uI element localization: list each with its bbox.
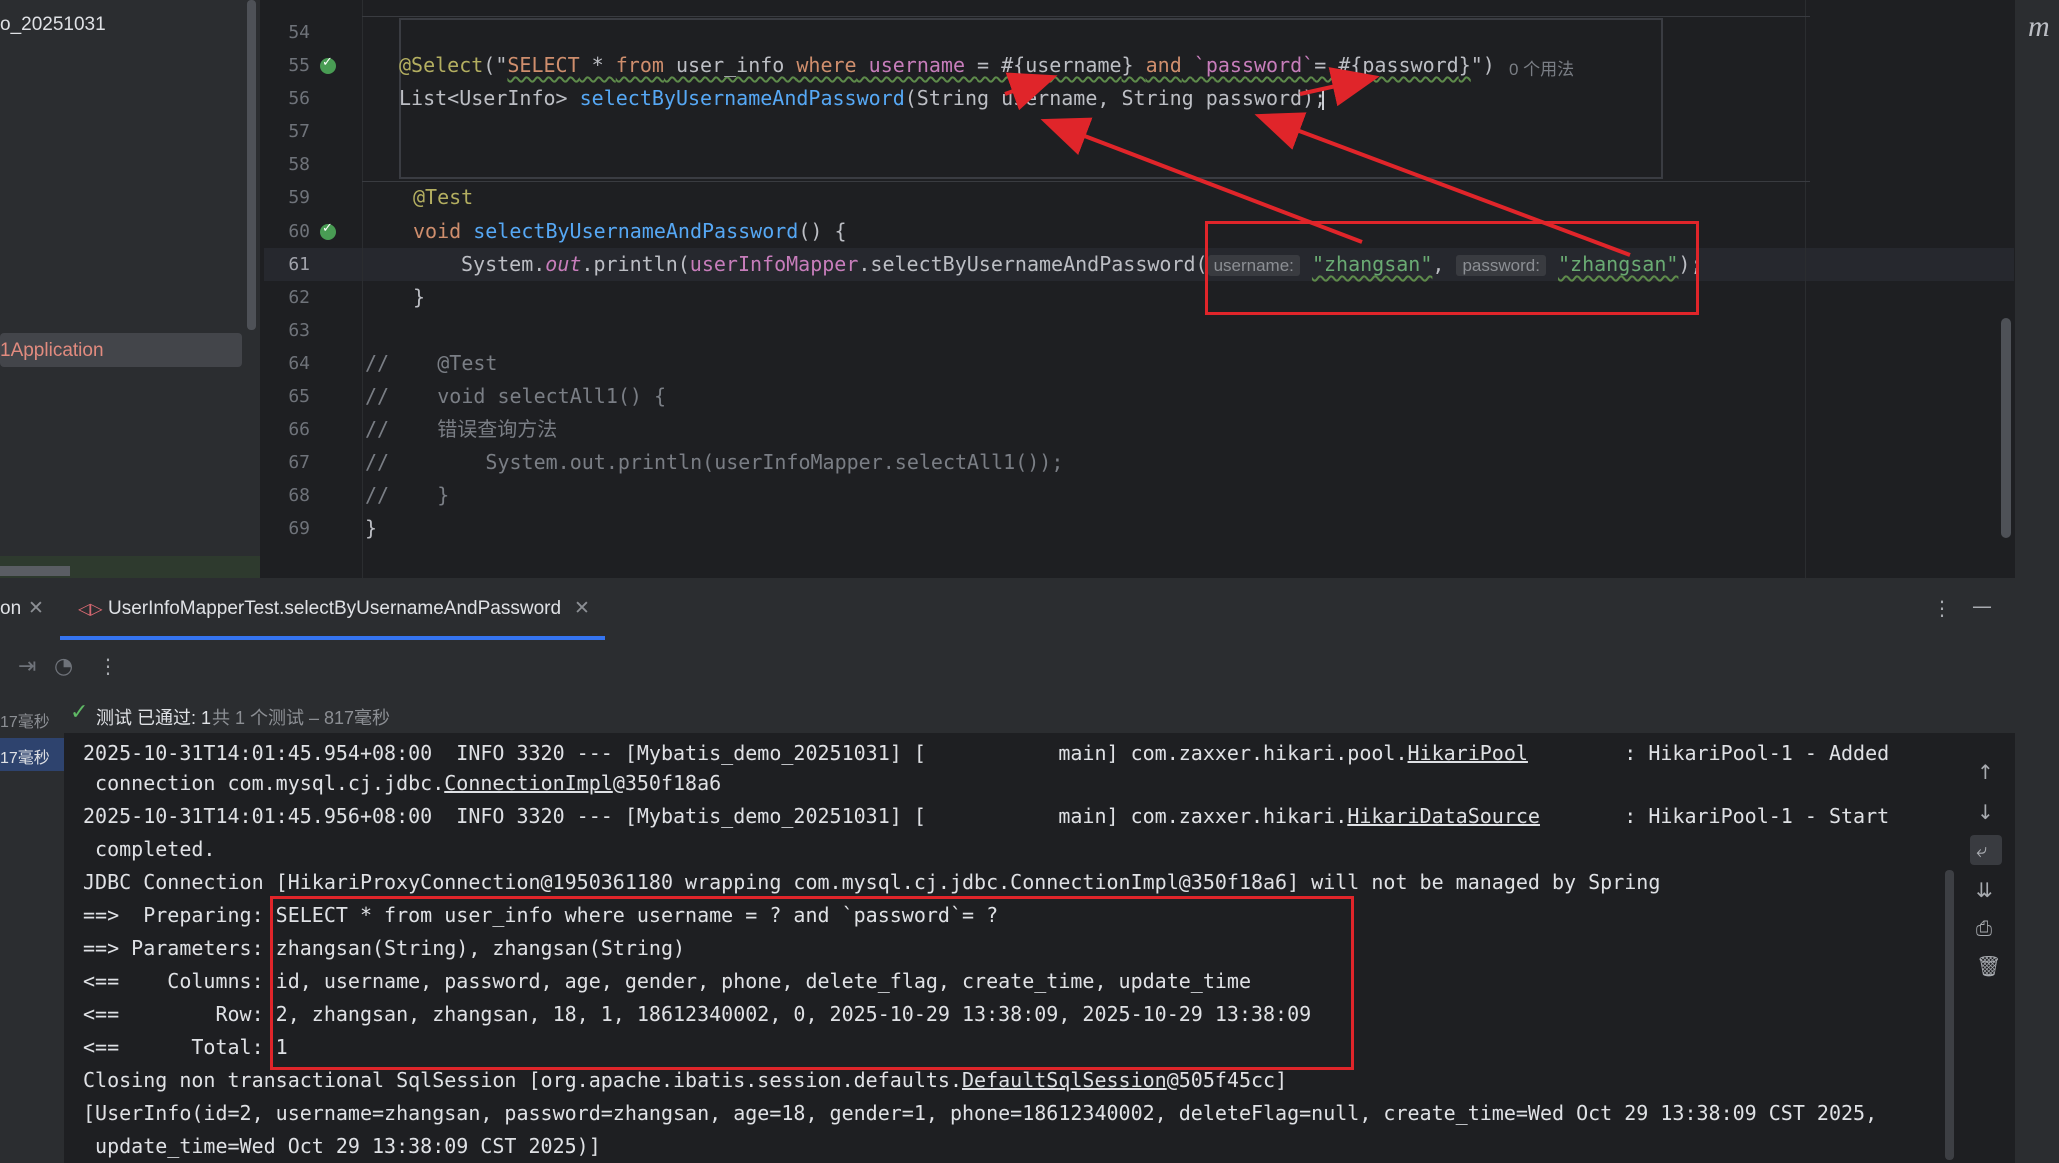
close-icon[interactable]: ✕ [574,578,590,640]
annotation-box-sql-log [270,896,1354,1070]
console-line: <== Total: 1 [83,1035,288,1059]
scroll-down-icon[interactable]: ↓ [1977,800,1994,824]
more-vertical-icon[interactable]: ⋮ [98,654,118,678]
more-options-icon[interactable]: ⋮ [1932,596,1952,620]
console-line: 2025-10-31T14:01:45.954+08:00 INFO 3320 … [83,741,1890,765]
scroll-up-icon[interactable]: ↑ [1977,760,1994,784]
right-tool-stripe [2015,0,2059,1163]
minimize-icon[interactable]: — [1972,594,1992,618]
test-run-icon: ◁▷ [78,599,103,618]
tab-run-config[interactable]: UserInfoMapperTest.selectByUsernameAndPa… [108,578,561,640]
soft-wrap-icon[interactable]: ⤶ [1976,838,1987,862]
console-line: update_time=Wed Oct 29 13:38:09 CST 2025… [83,1134,601,1158]
pass-check-icon: ✓ [70,700,89,725]
tab-previous[interactable]: on [0,578,21,640]
close-icon[interactable]: ✕ [28,578,44,640]
scroll-to-end-icon[interactable]: ⇊ [1976,878,1993,902]
import-tests-icon[interactable]: ⇥ [18,654,36,679]
console-line: 2025-10-31T14:01:45.956+08:00 INFO 3320 … [83,804,1890,828]
console-line: [UserInfo(id=2, username=zhangsan, passw… [83,1101,1878,1125]
print-icon[interactable]: ⎙ [1976,916,1992,940]
right-stripe-letter[interactable]: m [2028,10,2050,44]
test-pass-status: 测试 已通过: 1 [96,708,212,728]
console-scrollbar[interactable] [1945,870,1954,1160]
run-toolbar [0,640,2015,695]
tree-duration: 17毫秒 [0,714,50,731]
console-line: JDBC Connection [HikariProxyConnection@1… [83,870,1661,894]
console-line: completed. [83,837,216,861]
console-line: connection com.mysql.cj.jdbc.ConnectionI… [83,771,722,795]
coverage-icon[interactable]: ◔ [54,654,73,679]
test-pass-detail: 共 1 个测试 – 817毫秒 [212,708,391,728]
tree-duration-selected: 17毫秒 [0,750,50,767]
trash-icon[interactable]: 🗑 [1976,954,2001,978]
console-side-toolbar [1959,733,2015,1163]
